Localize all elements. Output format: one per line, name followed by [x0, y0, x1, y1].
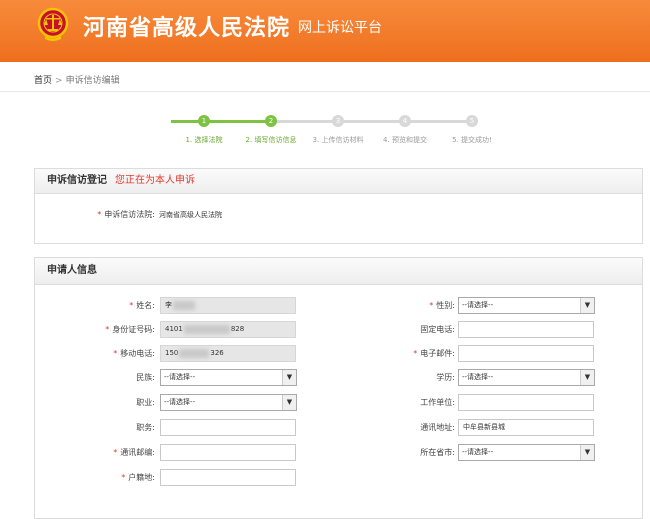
occupation-select[interactable]: --请选择-- ▼ [160, 394, 297, 411]
site-header: 河南省高级人民法院 网上诉讼平台 [0, 0, 650, 62]
step-dot-5: 5 [466, 115, 478, 127]
petition-self-note: 您正在为本人申诉 [115, 175, 195, 186]
petition-court-value: 河南省高级人民法院 [159, 211, 222, 219]
petition-panel-title: 申诉信访登记 [47, 175, 107, 186]
email-field[interactable] [458, 345, 594, 362]
address-label: 通讯地址: [420, 423, 455, 432]
email-label: * 电子邮件: [413, 349, 455, 358]
step-dot-1: 1 [198, 115, 210, 127]
name-field[interactable]: 李 [160, 297, 296, 314]
step-label-3: 3. 上传信访材料 [312, 136, 364, 144]
employer-field[interactable] [458, 394, 594, 411]
position-field[interactable] [160, 419, 296, 436]
step-dot-2: 2 [265, 115, 277, 127]
breadcrumb-separator: > [55, 76, 63, 86]
header-divider [0, 91, 650, 92]
gender-label: * 性别: [429, 301, 455, 310]
required-marker: * [113, 448, 118, 457]
petition-registration-panel: 申诉信访登记 您正在为本人申诉 * 申诉信访法院: 河南省高级人民法院 [34, 168, 643, 244]
landline-label: 固定电话: [420, 325, 455, 334]
required-marker: * [129, 301, 134, 310]
applicant-panel-header: 申请人信息 [35, 258, 642, 285]
chevron-down-icon: ▼ [282, 395, 296, 410]
occupation-label: 职业: [136, 398, 155, 407]
id-redaction [183, 324, 230, 334]
step-label-1: 1. 选择法院 [185, 136, 223, 144]
court-emblem-icon [37, 7, 69, 41]
mobile-field[interactable]: 150 326 [160, 345, 296, 362]
id-number-field[interactable]: 4101 828 [160, 321, 296, 338]
postcode-field[interactable] [160, 444, 296, 461]
education-select[interactable]: --请选择-- ▼ [458, 369, 595, 386]
progress-steps: 1 2 3 4 5 1. 选择法院 2. 填写信访信息 3. 上传信访材料 4.… [0, 112, 650, 152]
id-number-label: * 身份证号码: [105, 325, 155, 334]
postcode-label: * 通讯邮编: [113, 448, 155, 457]
petition-panel-header: 申诉信访登记 您正在为本人申诉 [35, 169, 642, 194]
court-name-title: 河南省高级人民法院 [83, 16, 291, 41]
chevron-down-icon: ▼ [580, 298, 594, 313]
landline-field[interactable] [458, 321, 594, 338]
chevron-down-icon: ▼ [580, 445, 594, 460]
applicant-panel-title: 申请人信息 [47, 265, 97, 276]
petition-court-label: * 申诉信访法院: [97, 210, 155, 219]
position-label: 职务: [136, 423, 155, 432]
mobile-redaction [179, 348, 210, 358]
name-redaction [173, 300, 195, 310]
chevron-down-icon: ▼ [580, 370, 594, 385]
ethnicity-label: 民族: [136, 373, 155, 382]
step-label-4: 4. 预览和提交 [383, 136, 427, 144]
required-marker: * [113, 349, 118, 358]
name-label: * 姓名: [129, 301, 155, 310]
gender-select[interactable]: --请选择-- ▼ [458, 297, 595, 314]
breadcrumb-current: 申诉信访编辑 [65, 76, 120, 86]
required-marker: * [121, 473, 126, 482]
household-label: * 户籍地: [121, 473, 155, 482]
step-line-2 [271, 120, 471, 123]
address-field[interactable]: 中牟县新县城 [458, 419, 594, 436]
breadcrumb-home-link[interactable]: 首页 [34, 76, 52, 86]
chevron-down-icon: ▼ [282, 370, 296, 385]
required-marker: * [413, 349, 418, 358]
required-marker: * [429, 301, 434, 310]
city-label: 所在省市: [420, 448, 455, 457]
required-marker: * [97, 210, 102, 219]
employer-label: 工作单位: [420, 398, 455, 407]
step-dot-3: 3 [332, 115, 344, 127]
city-select[interactable]: --请选择-- ▼ [458, 444, 595, 461]
step-line-1 [171, 120, 271, 123]
breadcrumb: 首页 > 申诉信访编辑 [34, 73, 120, 86]
household-field[interactable] [160, 469, 296, 486]
ethnicity-select[interactable]: --请选择-- ▼ [160, 369, 297, 386]
required-marker: * [105, 325, 110, 334]
mobile-label: * 移动电话: [113, 349, 155, 358]
petition-court-row: * 申诉信访法院: 河南省高级人民法院 [35, 206, 435, 224]
step-label-5: 5. 提交成功! [452, 136, 492, 144]
platform-subtitle: 网上诉讼平台 [298, 20, 382, 36]
step-dot-4: 4 [399, 115, 411, 127]
step-label-2: 2. 填写信访信息 [245, 136, 297, 144]
applicant-info-panel: 申请人信息 * 姓名: 李 * 性别: --请选择-- ▼ * 身份证号码: 4101 8… [34, 257, 643, 519]
education-label: 学历: [436, 373, 455, 382]
